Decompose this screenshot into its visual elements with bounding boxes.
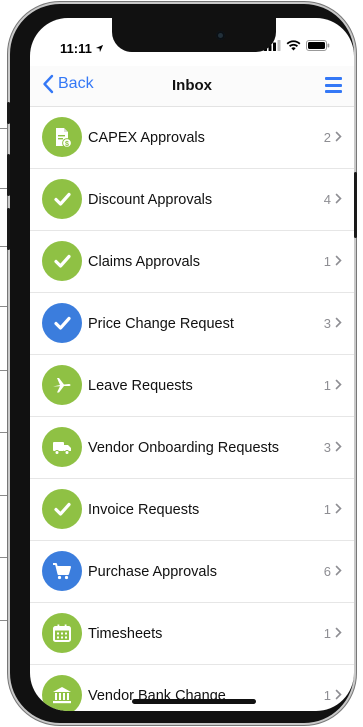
inbox-row[interactable]: Claims Approvals 1 — [30, 231, 354, 293]
volume-down-button — [7, 208, 10, 250]
inbox-row-label: Claims Approvals — [88, 253, 201, 270]
checkmark-icon — [42, 241, 82, 281]
count-value: 1 — [323, 502, 331, 517]
chevron-right-icon — [335, 502, 342, 517]
inbox-row[interactable]: $ CAPEX Approvals 2 — [30, 107, 354, 169]
count-value: 1 — [323, 688, 331, 703]
menu-button[interactable] — [325, 77, 342, 93]
chevron-right-icon — [335, 254, 342, 269]
silent-switch — [7, 102, 10, 124]
inbox-row-label: Leave Requests — [88, 377, 193, 394]
chevron-right-icon — [335, 130, 342, 145]
navigation-bar: Back Inbox — [30, 66, 354, 107]
inbox-row[interactable]: Leave Requests 1 — [30, 355, 354, 417]
chevron-right-icon — [335, 192, 342, 207]
inbox-row-count: 3 — [324, 440, 342, 455]
count-value: 1 — [323, 626, 331, 641]
count-value: 1 — [323, 378, 331, 393]
inbox-row-label: Purchase Approvals — [88, 563, 217, 580]
background-line — [0, 620, 10, 621]
count-value: 3 — [323, 440, 331, 455]
menu-bar — [325, 83, 342, 87]
inbox-row-label: Vendor Onboarding Requests — [88, 439, 280, 456]
inbox-row-label: Price Change Request — [88, 315, 234, 332]
home-indicator[interactable] — [132, 699, 256, 704]
chevron-right-icon — [335, 378, 342, 393]
checkmark-icon — [42, 179, 82, 219]
status-time-text: 11:11 — [60, 41, 92, 56]
phone-screen: 11:11 Back Inbox $ CAPEX Approvals 2 Dis… — [30, 18, 354, 711]
inbox-row-count: 6 — [324, 564, 342, 579]
chevron-right-icon — [335, 688, 342, 703]
inbox-list: $ CAPEX Approvals 2 Discount Approvals 4 Clai… — [30, 107, 354, 711]
document-badge-icon: $ — [42, 117, 82, 157]
count-value: 6 — [323, 564, 331, 579]
background-line — [0, 306, 10, 307]
menu-bar — [325, 77, 342, 80]
inbox-row[interactable]: Timesheets 1 — [30, 603, 354, 665]
cart-icon — [42, 551, 82, 591]
background-line — [0, 557, 10, 558]
inbox-row-label: CAPEX Approvals — [88, 129, 205, 146]
inbox-row-label: Timesheets — [88, 625, 163, 642]
battery-icon — [306, 40, 330, 51]
background-line — [0, 495, 10, 496]
chevron-right-icon — [335, 564, 342, 579]
inbox-row-count: 3 — [324, 316, 342, 331]
location-arrow-icon — [96, 44, 104, 53]
chevron-right-icon — [335, 626, 342, 641]
inbox-row-count: 1 — [324, 254, 342, 269]
notch — [112, 18, 276, 52]
inbox-row[interactable]: Price Change Request 3 — [30, 293, 354, 355]
inbox-row[interactable]: Purchase Approvals 6 — [30, 541, 354, 603]
background-line — [0, 432, 10, 433]
count-value: 3 — [323, 316, 331, 331]
inbox-row[interactable]: Invoice Requests 1 — [30, 479, 354, 541]
page-title: Inbox — [172, 77, 212, 94]
inbox-row-label: Invoice Requests — [88, 501, 200, 518]
chevron-right-icon — [335, 440, 342, 455]
camera-icon — [216, 31, 225, 40]
calendar-icon — [42, 613, 82, 653]
svg-text:$: $ — [65, 141, 69, 148]
count-value: 4 — [323, 192, 331, 207]
background-line — [0, 370, 10, 371]
inbox-row-count: 1 — [324, 688, 342, 703]
status-time: 11:11 — [60, 41, 104, 56]
bank-icon — [42, 675, 82, 711]
inbox-row[interactable]: Vendor Onboarding Requests 3 — [30, 417, 354, 479]
inbox-row-count: 1 — [324, 626, 342, 641]
truck-icon — [42, 427, 82, 467]
phone-frame: 11:11 Back Inbox $ CAPEX Approvals 2 Dis… — [7, 4, 357, 723]
count-value: 1 — [323, 254, 331, 269]
wifi-icon — [286, 40, 301, 51]
inbox-row-label: Discount Approvals — [88, 191, 213, 208]
status-icons — [264, 40, 330, 51]
inbox-row-count: 1 — [324, 502, 342, 517]
inbox-row[interactable]: Vendor Bank Change 1 — [30, 665, 354, 711]
count-value: 2 — [323, 130, 331, 145]
checkmark-icon — [42, 489, 82, 529]
inbox-row-count: 1 — [324, 378, 342, 393]
chevron-right-icon — [335, 316, 342, 331]
checkmark-icon — [42, 303, 82, 343]
airplane-icon — [42, 365, 82, 405]
menu-bar — [325, 90, 342, 93]
volume-up-button — [7, 154, 10, 196]
inbox-row[interactable]: Discount Approvals 4 — [30, 169, 354, 231]
power-button — [354, 172, 357, 238]
inbox-row-count: 4 — [324, 192, 342, 207]
background-line — [0, 128, 10, 129]
inbox-row-count: 2 — [324, 130, 342, 145]
